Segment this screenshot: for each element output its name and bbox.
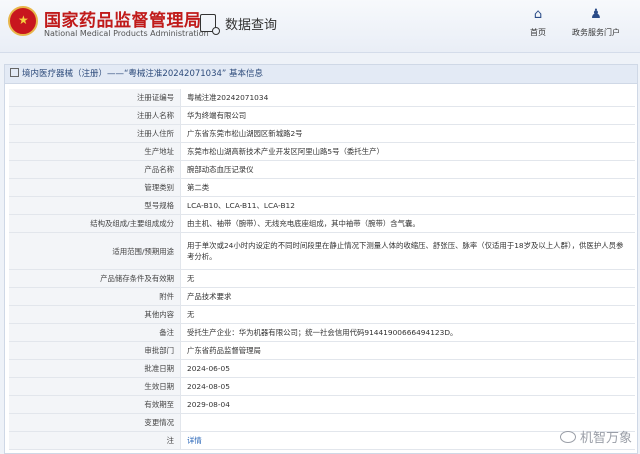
field-value: 广东省东莞市松山湖园区新城路2号 [187, 129, 303, 138]
field-value: 第二类 [187, 183, 210, 192]
nav-home[interactable]: ⌂ 首页 [530, 8, 546, 38]
field-label: 备注 [9, 324, 181, 341]
location-icon [10, 68, 19, 77]
document-search-icon [200, 14, 220, 35]
table-row: 变更情况 [9, 414, 635, 432]
field-value: 2024-06-05 [187, 364, 230, 373]
table-row: 审批部门 广东省药品监督管理局 [9, 342, 635, 360]
field-value: 东莞市松山湖高新技术产业开发区阿里山路5号（委托生产） [187, 147, 384, 156]
table-row: 注册人住所 广东省东莞市松山湖园区新城路2号 [9, 125, 635, 143]
field-value: 广东省药品监督管理局 [187, 346, 261, 355]
table-row: 产品名称 腕部动态血压记录仪 [9, 161, 635, 179]
detail-table: 注册证编号 粤械注准20242071034 注册人名称 华为终端有限公司 注册人住所… [9, 89, 635, 450]
details-link[interactable]: 详情 [187, 435, 202, 446]
field-value: 受托生产企业：华为机器有限公司；统一社会信用代码9144190066649412… [187, 328, 458, 337]
table-row: 管理类别 第二类 [9, 179, 635, 197]
field-label: 产品储存条件及有效期 [9, 270, 181, 287]
field-value: 无 [187, 274, 195, 283]
table-row: 注册证编号 粤械注准20242071034 [9, 89, 635, 107]
field-label: 适用范围/预期用途 [9, 233, 181, 269]
watermark: 机智万象 [559, 427, 632, 446]
home-icon: ⌂ [533, 7, 543, 22]
field-label: 产品名称 [9, 161, 181, 178]
nav-home-label: 首页 [530, 28, 546, 37]
field-label: 其他内容 [9, 306, 181, 323]
field-label: 注册人住所 [9, 125, 181, 142]
field-value: 腕部动态血压记录仪 [187, 165, 254, 174]
table-row: 有效期至 2029-08-04 [9, 396, 635, 414]
field-label: 注 [9, 432, 181, 449]
watermark-text: 机智万象 [579, 431, 632, 446]
nav-gov-service-label: 政务服务门户 [572, 28, 620, 37]
site-subtitle: National Medical Products Administration [44, 29, 209, 38]
field-value: LCA-B10、LCA-B11、LCA-B12 [187, 201, 295, 210]
breadcrumb-text: 境内医疗器械（注册）——“粤械注准20242071034” 基本信息 [22, 69, 263, 79]
table-row: 产品储存条件及有效期无 [9, 270, 635, 288]
nav-gov-service[interactable]: ♟ 政务服务门户 [572, 8, 620, 38]
field-label: 有效期至 [9, 396, 181, 413]
field-value: 2029-08-04 [187, 400, 230, 409]
field-value: 无 [187, 310, 195, 319]
field-value: 粤械注准20242071034 [187, 93, 269, 102]
breadcrumb: 境内医疗器械（注册）——“粤械注准20242071034” 基本信息 [5, 65, 637, 84]
table-row: 备注 受托生产企业：华为机器有限公司；统一社会信用代码91441900666494… [9, 324, 635, 342]
detail-panel: 境内医疗器械（注册）——“粤械注准20242071034” 基本信息 注册证编号… [4, 64, 638, 454]
field-label: 审批部门 [9, 342, 181, 359]
field-label: 注册人名称 [9, 107, 181, 124]
table-row: 注册人名称 华为终端有限公司 [9, 107, 635, 125]
field-value: 用于单次或24小时内设定的不同时间段里在静止情况下测量人体的收缩压、舒张压、脉率… [187, 241, 624, 261]
table-row: 适用范围/预期用途 用于单次或24小时内设定的不同时间段里在静止情况下测量人体的收… [9, 233, 635, 270]
table-row: 生效日期 2024-08-05 [9, 378, 635, 396]
field-label: 注册证编号 [9, 89, 181, 106]
field-value: 由主机、袖带（腕带）、无线充电底座组成，其中袖带（腕带）含气囊。 [187, 219, 420, 228]
weibo-icon [559, 430, 576, 443]
field-label: 生产地址 [9, 143, 181, 160]
table-row: 结构及组成/主要组成成分 由主机、袖带（腕带）、无线充电底座组成，其中袖带（腕带）… [9, 215, 635, 233]
field-label: 结构及组成/主要组成成分 [9, 215, 181, 232]
table-row: 批准日期 2024-06-05 [9, 360, 635, 378]
field-value: 产品技术要求 [187, 292, 232, 301]
field-label: 批准日期 [9, 360, 181, 377]
site-title: 国家药品监督管理局 [44, 11, 202, 31]
emblem-logo [8, 6, 38, 36]
site-header: 国家药品监督管理局 National Medical Products Admi… [0, 0, 640, 53]
section-title: 数据查询 [225, 17, 278, 33]
field-value: 2024-08-05 [187, 382, 230, 391]
field-label: 型号规格 [9, 197, 181, 214]
field-label: 变更情况 [9, 414, 181, 431]
user-icon: ♟ [590, 7, 602, 22]
field-label: 附件 [9, 288, 181, 305]
data-query-heading: 数据查询 [200, 12, 278, 35]
table-row: 其他内容无 [9, 306, 635, 324]
field-value: 华为终端有限公司 [187, 111, 247, 120]
field-label: 管理类别 [9, 179, 181, 196]
field-label: 生效日期 [9, 378, 181, 395]
table-row: 型号规格 LCA-B10、LCA-B11、LCA-B12 [9, 197, 635, 215]
table-row: 附件 产品技术要求 [9, 288, 635, 306]
table-row: 生产地址 东莞市松山湖高新技术产业开发区阿里山路5号（委托生产） [9, 143, 635, 161]
table-row: 注详情 [9, 432, 635, 450]
